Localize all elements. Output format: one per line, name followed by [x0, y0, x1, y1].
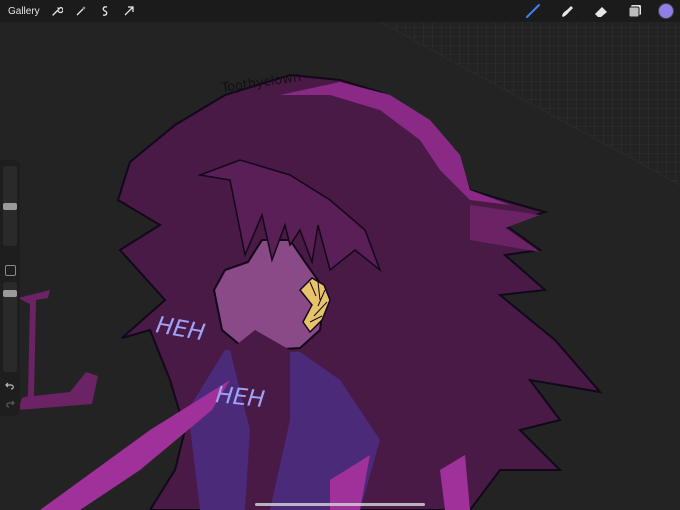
color-picker-button[interactable]: [658, 3, 674, 19]
gallery-button[interactable]: Gallery: [8, 6, 40, 17]
home-indicator: [255, 503, 425, 506]
magic-wand-icon[interactable]: [70, 0, 92, 22]
brush-icon[interactable]: [522, 0, 544, 22]
painting-tools: [522, 0, 674, 22]
layers-icon[interactable]: [624, 0, 646, 22]
opacity-slider[interactable]: [3, 282, 17, 372]
eraser-icon[interactable]: [590, 0, 612, 22]
smudge-icon[interactable]: [556, 0, 578, 22]
left-sidebar: [0, 160, 20, 416]
actions-toolbar: [46, 0, 140, 22]
drawing-canvas[interactable]: Toothyclown HEH HEH: [0, 0, 680, 510]
brush-size-slider-thumb[interactable]: [3, 202, 17, 210]
wrench-icon[interactable]: [46, 0, 68, 22]
top-toolbar: Gallery: [0, 0, 680, 22]
undo-icon[interactable]: [4, 380, 16, 392]
sound-effect-text-2: HEH: [214, 382, 266, 413]
selection-icon[interactable]: [94, 0, 116, 22]
modify-square-icon[interactable]: [5, 265, 16, 276]
redo-icon[interactable]: [4, 398, 16, 410]
transform-arrow-icon[interactable]: [118, 0, 140, 22]
opacity-slider-thumb[interactable]: [3, 289, 17, 297]
brush-size-slider[interactable]: [3, 166, 17, 246]
